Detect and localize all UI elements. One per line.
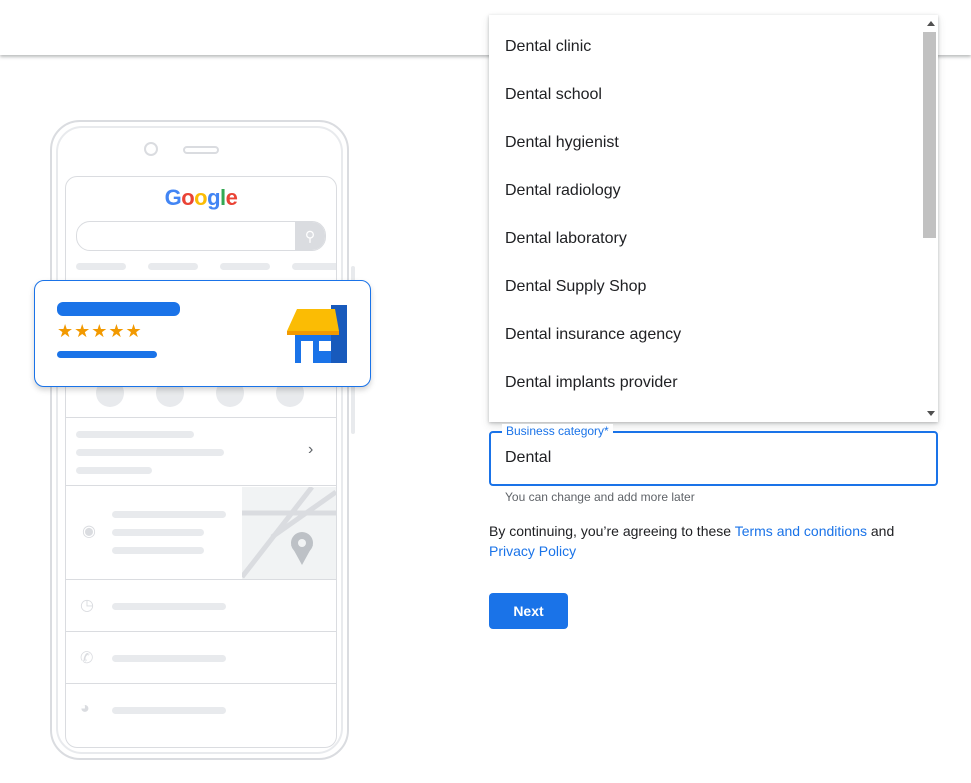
privacy-policy-link[interactable]: Privacy Policy [489, 543, 576, 559]
divider [66, 417, 336, 418]
placeholder-line [76, 263, 126, 270]
business-profile-card: ★★★★★ [34, 280, 371, 387]
placeholder-line [112, 603, 226, 610]
suggestion-dental-school[interactable]: Dental school [505, 86, 602, 104]
placeholder-line [76, 449, 224, 456]
logo-letter: e [225, 185, 238, 210]
logo-letter: o [181, 185, 195, 210]
business-category-label: Business category* [502, 424, 613, 438]
logo-letter: g [207, 185, 221, 210]
placeholder-line [112, 547, 204, 554]
logo-letter: G [164, 185, 182, 210]
placeholder-line [112, 655, 226, 662]
scroll-up-arrow-icon[interactable] [927, 21, 935, 26]
business-detail-bar [57, 351, 157, 358]
phone-camera [144, 142, 158, 156]
placeholder-line [112, 511, 226, 518]
map-thumbnail [242, 487, 336, 579]
clock-icon: ◷ [80, 597, 94, 614]
legal-prefix: By continuing, you’re agreeing to these [489, 523, 735, 539]
category-suggestions-list[interactable]: Dental clinic Dental school Dental hygie… [489, 15, 938, 422]
scroll-down-arrow-icon[interactable] [927, 411, 935, 416]
divider [66, 683, 336, 684]
divider [66, 631, 336, 632]
storefront-icon [287, 305, 347, 363]
divider [66, 579, 336, 580]
search-icon: ⚲ [295, 222, 325, 250]
phone-screen: Google ⚲ › ◉ ◷ ✆ ◕ [65, 176, 337, 748]
business-category-field[interactable]: Business category* [489, 424, 938, 486]
legal-and: and [866, 523, 895, 539]
search-bar-illustration: ⚲ [76, 221, 326, 251]
terms-link[interactable]: Terms and conditions [735, 523, 867, 539]
suggestion-dental-insurance-agency[interactable]: Dental insurance agency [505, 326, 681, 344]
placeholder-line [148, 263, 198, 270]
logo-letter: o [194, 185, 208, 210]
phone-speaker [183, 146, 219, 154]
scrollbar-thumb[interactable] [923, 32, 936, 238]
suggestion-dental-laboratory[interactable]: Dental laboratory [505, 230, 627, 248]
divider [66, 485, 336, 486]
placeholder-line [112, 707, 226, 714]
suggestion-dental-hygienist[interactable]: Dental hygienist [505, 134, 619, 152]
google-logo: Google [66, 185, 336, 211]
globe-icon: ◕ [80, 700, 90, 717]
placeholder-line [76, 431, 194, 438]
phone-icon: ✆ [80, 650, 94, 667]
suggestion-dental-clinic[interactable]: Dental clinic [505, 38, 591, 56]
placeholder-line [220, 263, 270, 270]
chevron-right-icon: › [308, 441, 314, 458]
suggestion-dental-implants-provider[interactable]: Dental implants provider [505, 374, 678, 392]
next-button[interactable]: Next [489, 593, 568, 629]
placeholder-line [292, 263, 336, 270]
placeholder-line [112, 529, 204, 536]
helper-text: You can change and add more later [505, 490, 695, 504]
business-name-bar [57, 302, 180, 316]
suggestion-dental-supply-shop[interactable]: Dental Supply Shop [505, 278, 646, 296]
location-pin-icon: ◉ [82, 523, 96, 540]
business-category-input[interactable] [505, 449, 905, 467]
map-roads [242, 487, 336, 579]
legal-notice: By continuing, you’re agreeing to these … [489, 521, 938, 561]
scrollbar[interactable] [921, 15, 938, 422]
rating-stars-icon: ★★★★★ [57, 321, 143, 341]
suggestion-dental-radiology[interactable]: Dental radiology [505, 182, 621, 200]
placeholder-line [76, 467, 152, 474]
